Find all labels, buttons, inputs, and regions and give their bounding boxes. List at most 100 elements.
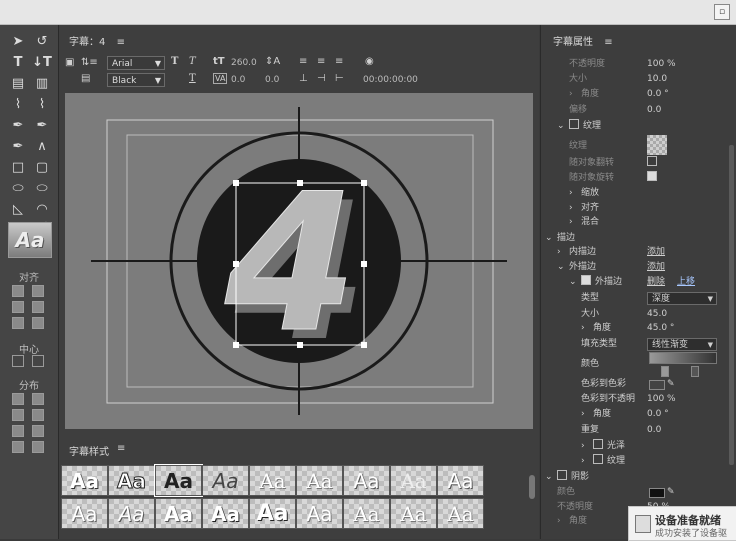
title-canvas[interactable]: 4 4 — [65, 93, 533, 429]
pen-tool-icon[interactable]: ✒ — [8, 117, 28, 134]
style-swatch[interactable]: Aa — [202, 498, 249, 529]
align-center-v-icon[interactable] — [32, 301, 44, 313]
distribute-center-v-icon[interactable] — [32, 409, 44, 421]
rounded-corner-tool-icon[interactable]: ⬭ — [32, 180, 52, 197]
fill-type-select[interactable]: 线性渐变 ▼ — [647, 338, 717, 351]
style-swatch[interactable]: Aa — [390, 498, 437, 529]
stroke-type-select[interactable]: 深度 ▼ — [647, 292, 717, 305]
texture-checkbox[interactable]: 纹理 — [569, 119, 601, 133]
background-video-icon[interactable]: ▣ — [65, 57, 74, 68]
properties-scrollbar[interactable] — [729, 145, 734, 465]
bold-icon[interactable]: T — [171, 56, 178, 67]
chevron-right-icon[interactable]: › — [581, 439, 585, 453]
distribute-v-even-icon[interactable] — [32, 441, 44, 453]
prop-value[interactable]: 100 % — [647, 392, 676, 406]
chevron-down-icon[interactable]: ⌄ — [557, 119, 565, 133]
prop-value[interactable]: 10.0 — [647, 72, 667, 86]
style-swatch[interactable]: Aa — [343, 498, 390, 529]
window-restore-icon[interactable]: ▫ — [714, 4, 730, 20]
gradient-stop-left[interactable] — [661, 366, 669, 377]
prop-value[interactable]: 45.0 ° — [647, 321, 674, 335]
style-swatch[interactable]: Aa — [249, 498, 296, 529]
style-swatch[interactable]: Aa — [108, 498, 155, 529]
vertical-area-type-tool-icon[interactable]: ▥ — [32, 75, 52, 92]
kerning-value[interactable]: 0.0 — [231, 75, 245, 85]
style-swatch[interactable]: Aa — [154, 464, 203, 497]
distribute-top-icon[interactable] — [32, 393, 44, 405]
chevron-right-icon[interactable]: › — [569, 215, 573, 229]
template-icon[interactable]: ⇅≡ — [81, 57, 98, 68]
style-swatch[interactable]: Aa — [296, 498, 343, 529]
chevron-down-icon[interactable]: ⌄ — [557, 260, 565, 274]
number-glyph[interactable]: 4 — [223, 153, 357, 375]
chevron-right-icon[interactable]: › — [569, 201, 573, 215]
chevron-right-icon[interactable]: › — [581, 407, 585, 421]
align-right-text-icon[interactable]: ≡ — [335, 56, 343, 67]
hamburger-icon[interactable]: ≡ — [604, 37, 612, 48]
texture2-checkbox[interactable]: 纹理 — [593, 454, 625, 468]
font-style-select[interactable]: Black ▼ — [107, 73, 165, 87]
add-outer-stroke-link[interactable]: 添加 — [647, 260, 665, 274]
align-left-text-icon[interactable]: ≡ — [299, 56, 307, 67]
shadow-color-swatch[interactable] — [649, 488, 665, 498]
style-swatch[interactable]: Aa — [61, 465, 108, 496]
chevron-down-icon[interactable]: ⌄ — [545, 470, 553, 484]
eyedropper-icon[interactable]: ✎ — [667, 485, 675, 499]
prop-value[interactable]: 0.0 ° — [647, 407, 669, 421]
prop-value[interactable]: 0.0 — [647, 423, 661, 437]
align-left-icon[interactable] — [12, 285, 24, 297]
eyedropper-icon[interactable]: ✎ — [667, 377, 675, 391]
chevron-right-icon[interactable]: › — [569, 87, 573, 101]
chevron-down-icon[interactable]: ⌄ — [569, 275, 577, 289]
style-swatch[interactable]: Aa — [296, 465, 343, 496]
gloss-checkbox[interactable]: 光泽 — [593, 439, 625, 453]
timecode-value[interactable]: 00:00:00:00 — [363, 75, 418, 85]
area-type-tool-icon[interactable]: ▤ — [8, 75, 28, 92]
chevron-right-icon[interactable]: › — [581, 321, 585, 335]
underline-icon[interactable]: T — [189, 73, 196, 84]
style-swatch[interactable]: Aa — [108, 465, 155, 496]
chevron-down-icon[interactable]: ⌄ — [545, 231, 553, 245]
tab-stops-3-icon[interactable]: ⊢ — [335, 73, 344, 84]
distribute-h-even-icon[interactable] — [12, 441, 24, 453]
wedge-tool-icon[interactable]: ◺ — [8, 201, 28, 218]
color-swatch[interactable] — [649, 380, 665, 390]
show-video-icon[interactable]: ◉ — [365, 56, 374, 67]
rounded-rectangle-tool-icon[interactable]: ▢ — [32, 159, 52, 176]
outer-stroke-checkbox[interactable]: 外描边 — [581, 275, 622, 289]
move-up-link[interactable]: 上移 — [677, 275, 695, 289]
chevron-right-icon[interactable]: › — [557, 245, 561, 259]
style-swatch[interactable]: Aa — [202, 465, 249, 496]
clipped-rectangle-tool-icon[interactable]: ⬭ — [8, 180, 28, 197]
style-swatch[interactable]: Aa — [343, 465, 390, 496]
align-center-text-icon[interactable]: ≡ — [317, 56, 325, 67]
flip-checkbox[interactable] — [647, 156, 661, 170]
italic-icon[interactable]: T — [189, 56, 196, 67]
prop-value[interactable]: 0.0 — [647, 103, 661, 117]
align-top-icon[interactable] — [32, 285, 44, 297]
convert-anchor-tool-icon[interactable]: ∧ — [32, 138, 52, 155]
style-swatch[interactable]: Aa — [437, 498, 484, 529]
style-swatch[interactable]: Aa — [61, 498, 108, 529]
hamburger-icon[interactable]: ≡ — [117, 443, 125, 454]
font-family-select[interactable]: Arial ▼ — [107, 56, 165, 70]
device-ready-toast[interactable]: 设备准备就绪 成功安装了设备驱 — [628, 506, 736, 541]
gradient-stop-right[interactable] — [691, 366, 699, 377]
distribute-center-h-icon[interactable] — [12, 409, 24, 421]
styles-scrollbar[interactable] — [529, 475, 535, 499]
add-anchor-tool-icon[interactable]: ✒ — [8, 138, 28, 155]
prop-value[interactable]: 0.0 ° — [647, 87, 669, 101]
style-swatch[interactable]: Aa — [390, 465, 437, 496]
center-horizontal-icon[interactable] — [12, 355, 24, 367]
shadow-checkbox[interactable]: 阴影 — [557, 470, 589, 484]
path-type-tool-icon[interactable]: ⌇ — [8, 96, 28, 113]
delete-anchor-tool-icon[interactable]: ✒ — [32, 117, 52, 134]
style-swatch[interactable]: Aa — [249, 465, 296, 496]
prop-value[interactable]: 100 % — [647, 57, 676, 71]
style-preview-swatch[interactable]: Aa — [8, 222, 52, 258]
style-swatch[interactable]: Aa — [437, 465, 484, 496]
leading-value[interactable]: 0.0 — [265, 75, 279, 85]
tab-stops-2-icon[interactable]: ⊣ — [317, 73, 326, 84]
vertical-path-type-tool-icon[interactable]: ⌇ — [32, 96, 52, 113]
prop-value[interactable]: 45.0 — [647, 307, 667, 321]
